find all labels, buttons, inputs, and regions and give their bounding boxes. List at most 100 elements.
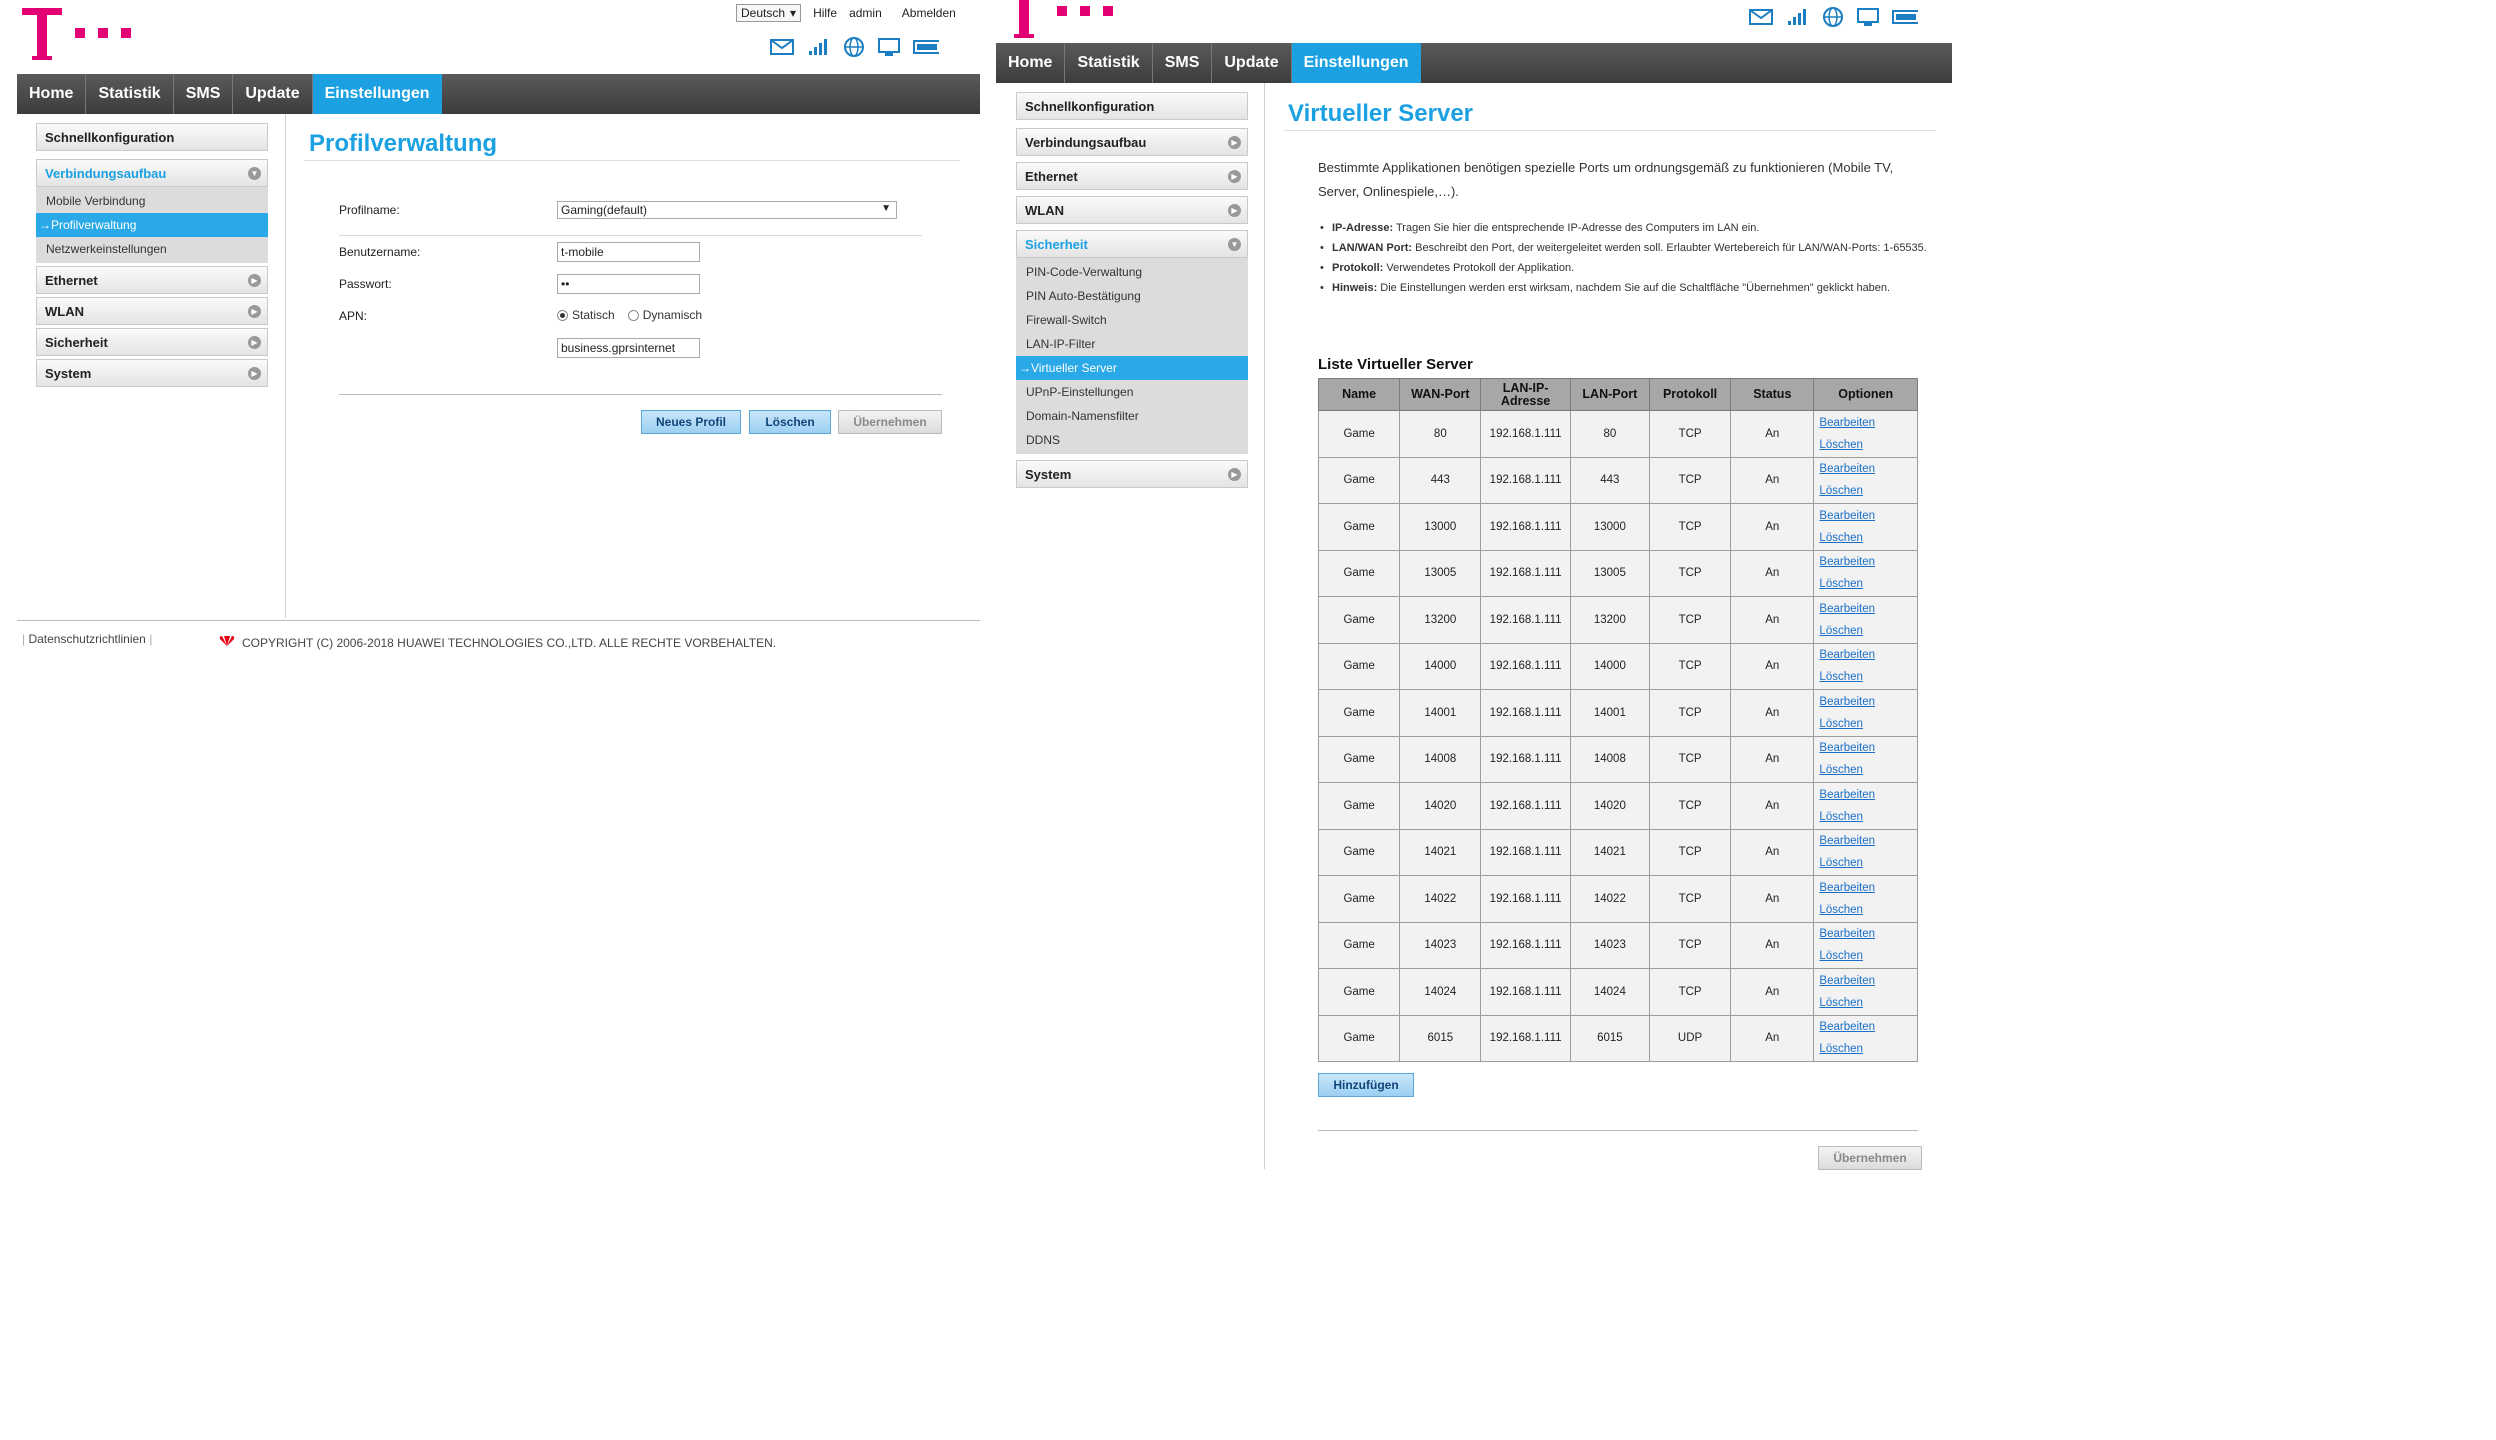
delete-link[interactable]: Löschen bbox=[1819, 806, 1917, 828]
edit-link[interactable]: Bearbeiten bbox=[1819, 1016, 1917, 1038]
sidebar-item-system[interactable]: System ▶ bbox=[1016, 460, 1248, 488]
username-field[interactable]: t-mobile bbox=[557, 242, 700, 262]
cell-name: Game bbox=[1317, 828, 1401, 876]
apn-static-radio[interactable]: Statisch bbox=[557, 308, 615, 322]
sidebar-subitem-network-settings[interactable]: Netzwerkeinstellungen bbox=[36, 237, 268, 261]
signal-icon bbox=[1784, 6, 1810, 28]
delete-link[interactable]: Löschen bbox=[1819, 434, 1917, 456]
delete-link[interactable]: Löschen bbox=[1819, 945, 1917, 967]
edit-link[interactable]: Bearbeiten bbox=[1819, 458, 1917, 480]
sidebar-subitem-profile-management[interactable]: →Profilverwaltung bbox=[36, 213, 268, 237]
delete-link[interactable]: Löschen bbox=[1819, 480, 1917, 502]
apply-button[interactable]: Übernehmen bbox=[1818, 1146, 1922, 1170]
cell-wan-port: 443 bbox=[1399, 456, 1482, 504]
password-field[interactable]: •• bbox=[557, 274, 700, 294]
nav-home[interactable]: Home bbox=[996, 43, 1066, 83]
delete-button[interactable]: Löschen bbox=[749, 410, 831, 434]
sidebar-subitem-pin-auto[interactable]: PIN Auto-Bestätigung bbox=[1016, 284, 1248, 308]
edit-link[interactable]: Bearbeiten bbox=[1819, 598, 1917, 620]
sidebar-subitem-domain-filter[interactable]: Domain-Namensfilter bbox=[1016, 404, 1248, 428]
nav-statistik[interactable]: Statistik bbox=[86, 74, 174, 114]
sidebar-item-quick-setup[interactable]: Schnellkonfiguration bbox=[1016, 92, 1248, 120]
sidebar-item-system[interactable]: System ▶ bbox=[36, 359, 268, 387]
column-header-lan-ip: LAN-IP-Adresse bbox=[1480, 378, 1571, 411]
delete-link[interactable]: Löschen bbox=[1819, 620, 1917, 642]
apn-dynamic-radio[interactable]: Dynamisch bbox=[627, 308, 702, 322]
settings-sidebar: Schnellkonfiguration Verbindungsaufbau ▶ … bbox=[1016, 92, 1248, 491]
delete-link[interactable]: Löschen bbox=[1819, 899, 1917, 921]
cell-name: Game bbox=[1317, 782, 1401, 830]
cell-lan-ip: 192.168.1.111 bbox=[1480, 596, 1571, 644]
nav-sms[interactable]: SMS bbox=[174, 74, 234, 114]
sidebar-item-connection[interactable]: Verbindungsaufbau ▶ bbox=[1016, 128, 1248, 156]
mail-icon[interactable] bbox=[769, 36, 795, 58]
nav-home[interactable]: Home bbox=[17, 74, 87, 114]
sidebar-subitem-firewall[interactable]: Firewall-Switch bbox=[1016, 308, 1248, 332]
delete-link[interactable]: Löschen bbox=[1819, 1038, 1917, 1060]
sidebar-subitem-mobile-connection[interactable]: Mobile Verbindung bbox=[36, 189, 268, 213]
edit-link[interactable]: Bearbeiten bbox=[1819, 551, 1917, 573]
edit-link[interactable]: Bearbeiten bbox=[1819, 691, 1917, 713]
delete-link[interactable]: Löschen bbox=[1819, 992, 1917, 1014]
sidebar-item-quick-setup[interactable]: Schnellkonfiguration bbox=[36, 123, 268, 151]
sidebar-subitem-upnp[interactable]: UPnP-Einstellungen bbox=[1016, 380, 1248, 404]
delete-link[interactable]: Löschen bbox=[1819, 759, 1917, 781]
table-row: Game 6015 192.168.1.111 6015 UDP An Bearbeiten… bbox=[1317, 1014, 1918, 1062]
edit-link[interactable]: Bearbeiten bbox=[1819, 505, 1917, 527]
sidebar-subitem-ddns[interactable]: DDNS bbox=[1016, 428, 1248, 452]
sidebar-item-wlan[interactable]: WLAN ▶ bbox=[36, 297, 268, 325]
nav-statistik[interactable]: Statistik bbox=[1065, 43, 1153, 83]
delete-link[interactable]: Löschen bbox=[1819, 527, 1917, 549]
privacy-link[interactable]: | Datenschutzrichtlinien | bbox=[22, 632, 152, 646]
sidebar-item-security[interactable]: Sicherheit ▶ bbox=[36, 328, 268, 356]
table-row: Game 14021 192.168.1.111 14021 TCP An Bearbeit… bbox=[1317, 828, 1918, 876]
apn-field[interactable]: business.gprsinternet bbox=[557, 338, 700, 358]
sidebar-item-ethernet[interactable]: Ethernet ▶ bbox=[36, 266, 268, 294]
delete-link[interactable]: Löschen bbox=[1819, 573, 1917, 595]
edit-link[interactable]: Bearbeiten bbox=[1819, 644, 1917, 666]
cell-lan-ip: 192.168.1.111 bbox=[1480, 968, 1571, 1016]
sidebar-item-connection[interactable]: Verbindungsaufbau ▼ bbox=[36, 159, 268, 187]
sidebar-subitem-lan-ip-filter[interactable]: LAN-IP-Filter bbox=[1016, 332, 1248, 356]
edit-link[interactable]: Bearbeiten bbox=[1819, 830, 1917, 852]
edit-link[interactable]: Bearbeiten bbox=[1819, 970, 1917, 992]
edit-link[interactable]: Bearbeiten bbox=[1819, 784, 1917, 806]
help-link[interactable]: Hilfe bbox=[813, 6, 837, 20]
delete-link[interactable]: Löschen bbox=[1819, 852, 1917, 874]
sidebar-subitem-virtual-server[interactable]: →Virtueller Server bbox=[1016, 356, 1248, 380]
cell-status: An bbox=[1730, 642, 1815, 690]
edit-link[interactable]: Bearbeiten bbox=[1819, 737, 1917, 759]
cell-status: An bbox=[1730, 735, 1815, 783]
nav-sms[interactable]: SMS bbox=[1153, 43, 1213, 83]
delete-link[interactable]: Löschen bbox=[1819, 666, 1917, 688]
sidebar-item-wlan[interactable]: WLAN ▶ bbox=[1016, 196, 1248, 224]
nav-einstellungen[interactable]: Einstellungen bbox=[1291, 43, 1421, 83]
chevron-down-icon: ▼ bbox=[1228, 238, 1241, 251]
table-row: Game 14024 192.168.1.111 14024 TCP An Bearbeit… bbox=[1317, 968, 1918, 1016]
nav-einstellungen[interactable]: Einstellungen bbox=[312, 74, 442, 114]
edit-link[interactable]: Bearbeiten bbox=[1819, 923, 1917, 945]
logout-link[interactable]: Abmelden bbox=[902, 6, 956, 20]
delete-link[interactable]: Löschen bbox=[1819, 713, 1917, 735]
cell-name: Game bbox=[1317, 503, 1401, 551]
cell-wan-port: 14022 bbox=[1399, 875, 1482, 923]
add-button[interactable]: Hinzufügen bbox=[1318, 1073, 1414, 1097]
mail-icon[interactable] bbox=[1748, 6, 1774, 28]
sidebar-item-security[interactable]: Sicherheit ▼ bbox=[1016, 230, 1248, 258]
cell-name: Game bbox=[1317, 596, 1401, 644]
nav-update[interactable]: Update bbox=[1212, 43, 1292, 83]
language-select[interactable]: Deutsch ▾ bbox=[736, 4, 802, 22]
cell-protocol: TCP bbox=[1648, 689, 1732, 737]
edit-link[interactable]: Bearbeiten bbox=[1819, 412, 1917, 434]
apply-button[interactable]: Übernehmen bbox=[838, 410, 942, 434]
new-profile-button[interactable]: Neues Profil bbox=[641, 410, 741, 434]
cell-name: Game bbox=[1317, 410, 1401, 458]
cell-wan-port: 13200 bbox=[1399, 596, 1482, 644]
profile-name-select[interactable]: Gaming(default) ▼ bbox=[557, 201, 897, 219]
cell-lan-port: 14022 bbox=[1569, 875, 1650, 923]
edit-link[interactable]: Bearbeiten bbox=[1819, 877, 1917, 899]
nav-update[interactable]: Update bbox=[233, 74, 313, 114]
sidebar-item-ethernet[interactable]: Ethernet ▶ bbox=[1016, 162, 1248, 190]
cell-wan-port: 13000 bbox=[1399, 503, 1482, 551]
sidebar-subitem-pin-code[interactable]: PIN-Code-Verwaltung bbox=[1016, 260, 1248, 284]
